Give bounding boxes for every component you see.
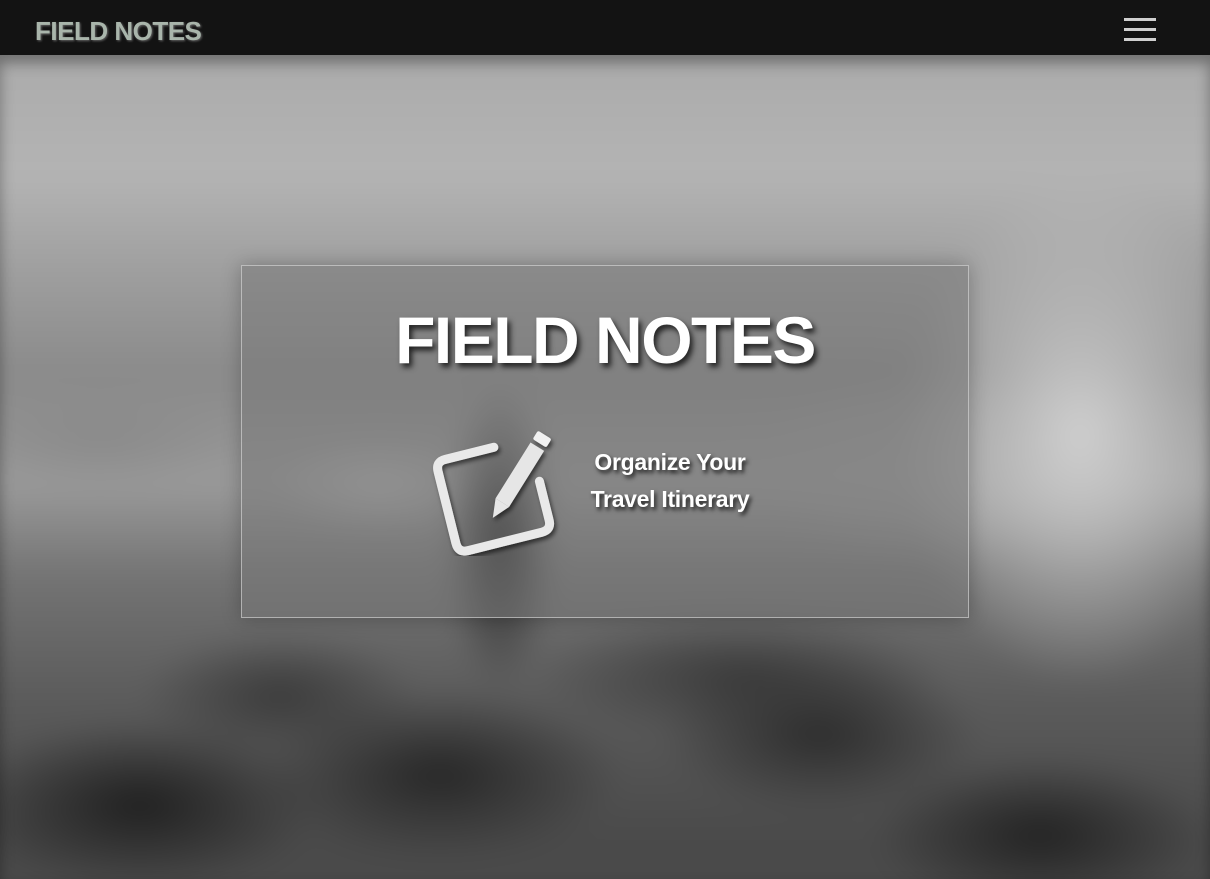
navbar: FIELD NOTES [0,0,1210,55]
brand-logo-link[interactable]: FIELD NOTES [35,16,202,46]
hero-tagline: Organize Your Travel Itinerary [560,444,780,518]
hero-section: FIELD NOTES Organize Your Travel Itinera… [0,55,1210,879]
hamburger-menu-icon[interactable] [1124,18,1156,44]
hero-title: FIELD NOTES [395,303,816,377]
hero-card: FIELD NOTES Organize Your Travel Itinera… [241,265,969,618]
tagline-line-2: Travel Itinerary [590,486,750,512]
tagline-line-1: Organize Your [594,449,746,475]
edit-note-icon [433,431,555,556]
